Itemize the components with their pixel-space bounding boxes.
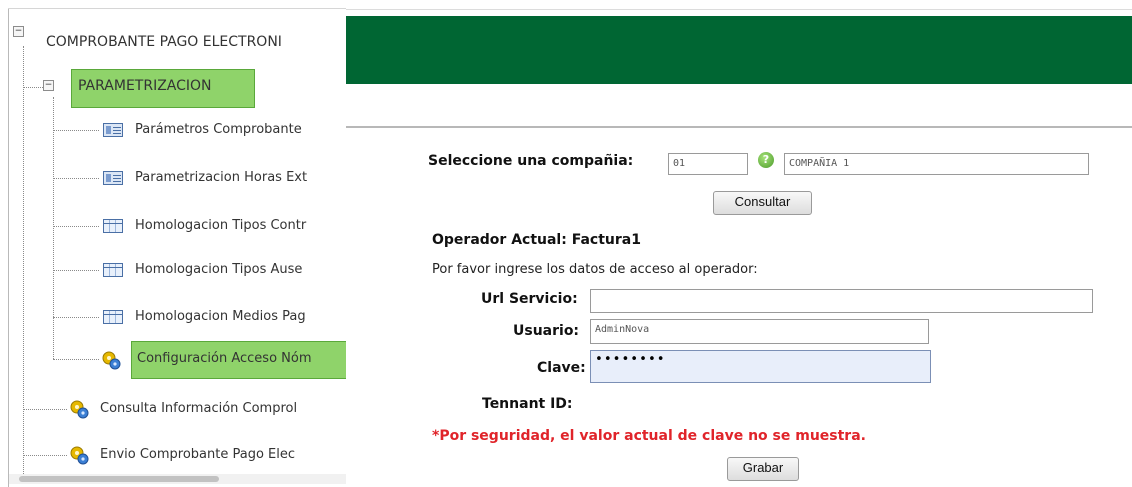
user-label: Usuario: (513, 323, 580, 339)
tree-connector (53, 97, 54, 359)
tree-item-parametros-comprobante[interactable]: Parámetros Comprobante (135, 122, 344, 137)
scrollbar-thumb[interactable] (19, 476, 219, 482)
tree-border (8, 8, 9, 487)
tree-connector (23, 409, 67, 410)
table-icon (103, 219, 123, 233)
consult-button[interactable]: Consultar (713, 191, 812, 215)
top-divider (346, 9, 1132, 10)
tree-group-label: PARAMETRIZACION (78, 78, 212, 94)
form-icon (103, 123, 123, 137)
operator-instructions: Por favor ingrese los datos de acceso al… (432, 262, 758, 277)
tree-item-medios-pago[interactable]: Homologacion Medios Pag (135, 309, 344, 324)
collapse-group-icon[interactable]: − (43, 80, 54, 91)
table-icon (103, 263, 123, 277)
tree-item-envio-comprobante[interactable]: Envio Comprobante Pago Elec (100, 447, 344, 462)
save-button[interactable]: Grabar (727, 457, 799, 481)
tree-connector (23, 455, 67, 456)
gear-icon (102, 351, 121, 370)
tree-connector (53, 130, 99, 131)
url-service-label: Url Servicio: (481, 291, 578, 307)
current-operator-label: Operador Actual: Factura1 (432, 232, 641, 248)
tree-connector (53, 226, 99, 227)
tree-item-horas-extra[interactable]: Parametrizacion Horas Ext (135, 170, 344, 185)
company-label: Seleccione una compañia: (428, 153, 634, 169)
tree-connector (53, 359, 99, 360)
collapse-root-icon[interactable]: − (13, 26, 24, 37)
security-note: *Por seguridad, el valor actual de clave… (432, 428, 866, 444)
tree-root-label[interactable]: COMPROBANTE PAGO ELECTRONI (46, 34, 344, 50)
tree-item-tipos-contrato[interactable]: Homologacion Tipos Contr (135, 218, 344, 233)
tree-connector (53, 270, 99, 271)
user-input[interactable]: AdminNova (590, 319, 929, 344)
main-content: Seleccione una compañia: 01 ? COMPAÑIA 1… (346, 0, 1132, 487)
header-divider (346, 126, 1132, 128)
navigation-tree: − COMPROBANTE PAGO ELECTRONI − PARAMETRI… (0, 0, 348, 487)
tree-connector (23, 46, 24, 476)
company-name-input: COMPAÑIA 1 (784, 153, 1089, 175)
tree-item-configuracion-acceso: Configuración Acceso Nóm (137, 351, 312, 366)
password-label: Clave: (537, 360, 586, 376)
tree-item-consulta-informacion[interactable]: Consulta Información Comprol (100, 401, 344, 416)
tree-connector (53, 317, 99, 318)
tenant-id-label: Tennant ID: (482, 396, 573, 412)
gear-icon (70, 400, 89, 419)
gear-icon (70, 446, 89, 465)
url-service-input[interactable] (590, 289, 1093, 313)
company-code-input[interactable]: 01 (668, 153, 748, 175)
tree-horizontal-scrollbar[interactable] (9, 474, 346, 484)
help-icon[interactable]: ? (758, 152, 774, 168)
form-icon (103, 171, 123, 185)
password-input[interactable]: •••••••• (590, 350, 931, 383)
table-icon (103, 310, 123, 324)
tree-border-top (8, 8, 346, 9)
tree-item-tipos-ausencia[interactable]: Homologacion Tipos Ause (135, 262, 344, 277)
green-header-banner (346, 16, 1132, 84)
tree-connector (53, 178, 99, 179)
